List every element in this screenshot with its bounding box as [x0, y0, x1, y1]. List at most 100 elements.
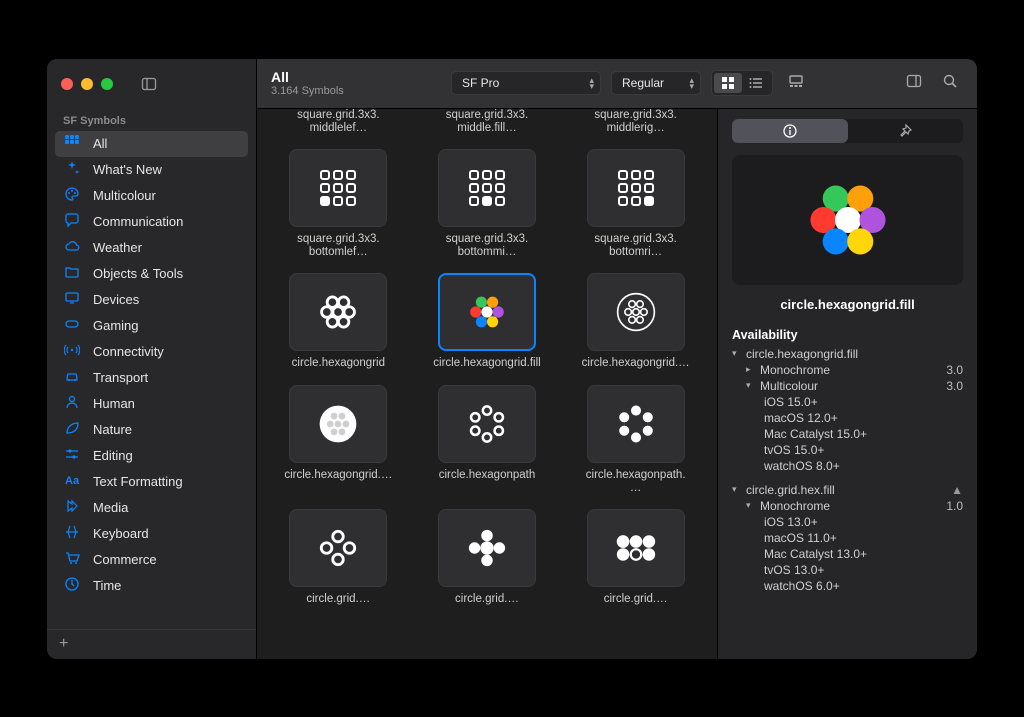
- symbol-caption: circle.hexagongrid.fill: [432, 357, 542, 370]
- sidebar-item-time[interactable]: Time: [47, 573, 256, 599]
- symbol-cell[interactable]: square.grid.3x3.middlelef…: [275, 109, 402, 135]
- inspector-body[interactable]: Availability ▾ circle.hexagongrid.fill ▸…: [718, 322, 977, 659]
- slider-icon: [63, 446, 81, 465]
- chevron-down-icon: ▾: [732, 348, 742, 359]
- sidebar-item-commerce[interactable]: Commerce: [47, 547, 256, 573]
- symbol-caption: circle.hexagonpath: [432, 469, 542, 482]
- sidebar-item-label: Commerce: [93, 552, 157, 567]
- sidebar-item-gaming[interactable]: Gaming: [47, 313, 256, 339]
- sidebar-item-all[interactable]: All: [55, 131, 248, 157]
- availability-item[interactable]: ▸ Monochrome 3.0: [732, 362, 963, 378]
- antenna-icon: [63, 342, 81, 361]
- availability-group[interactable]: ▾ circle.hexagongrid.fill: [732, 346, 963, 362]
- sidebar-item-nature[interactable]: Nature: [47, 417, 256, 443]
- sidebar-item-human[interactable]: Human: [47, 391, 256, 417]
- symbol-thumb: [289, 385, 387, 463]
- symbol-cell[interactable]: circle.hexagongrid.…: [572, 273, 699, 370]
- symbol-grid: square.grid.3x3.middlelef… square.grid.3x…: [275, 109, 699, 607]
- platform-version: Mac Catalyst 13.0+: [732, 546, 963, 562]
- toolbar: All 3.164 Symbols SF Pro ▴▾ Regular ▴▾: [257, 59, 977, 109]
- zoom-button[interactable]: [101, 78, 113, 90]
- chevron-icon: ▸: [746, 364, 756, 375]
- sidebar-item-label: Objects & Tools: [93, 266, 183, 281]
- symbol-thumb: [289, 273, 387, 351]
- list-view-button[interactable]: [742, 73, 770, 93]
- symbol-cell[interactable]: square.grid.3x3.bottomri…: [572, 149, 699, 259]
- sidebar-item-communication[interactable]: Communication: [47, 209, 256, 235]
- availability-group[interactable]: ▾ circle.grid.hex.fill ▲: [732, 482, 963, 498]
- symbol-cell[interactable]: circle.grid.…: [572, 509, 699, 606]
- sidebar-item-keyboard[interactable]: Keyboard: [47, 521, 256, 547]
- cart-icon: [63, 550, 81, 569]
- sidebar-item-editing[interactable]: Editing: [47, 443, 256, 469]
- font-select-value: SF Pro: [462, 76, 499, 90]
- grid-view-button[interactable]: [714, 73, 742, 93]
- sidebar-item-multicolour[interactable]: Multicolour: [47, 183, 256, 209]
- sidebar-item-weather[interactable]: Weather: [47, 235, 256, 261]
- search-button[interactable]: [937, 73, 963, 94]
- availability-item[interactable]: ▾ Multicolour 3.0: [732, 378, 963, 394]
- sidebar-item-devices[interactable]: Devices: [47, 287, 256, 313]
- sidebar-item-label: Weather: [93, 240, 142, 255]
- chevron-icon: ▾: [746, 500, 756, 511]
- content-row: square.grid.3x3.middlelef… square.grid.3x…: [257, 109, 977, 659]
- display-icon: [63, 290, 81, 309]
- sidebar-item-label: Time: [93, 578, 121, 593]
- symbol-caption: circle.grid.…: [432, 593, 542, 606]
- sidebar-item-text-formatting[interactable]: Text Formatting: [47, 469, 256, 495]
- sidebar-item-label: Connectivity: [93, 344, 164, 359]
- symbol-cell[interactable]: circle.hexagongrid.fill: [424, 273, 551, 370]
- symbol-thumb: [438, 149, 536, 227]
- sf-version: 1.0: [946, 499, 963, 513]
- minimize-button[interactable]: [81, 78, 93, 90]
- rendering-mode: Multicolour: [760, 379, 942, 393]
- symbol-caption: square.grid.3x3.bottomlef…: [283, 233, 393, 259]
- pin-tab[interactable]: [848, 119, 964, 143]
- symbol-cell[interactable]: square.grid.3x3.middlerig…: [572, 109, 699, 135]
- weight-select[interactable]: Regular ▴▾: [611, 71, 701, 95]
- symbol-thumb: [289, 149, 387, 227]
- availability-item[interactable]: ▾ Monochrome 1.0: [732, 498, 963, 514]
- palette-icon: [63, 186, 81, 205]
- add-collection-button[interactable]: +: [47, 629, 256, 659]
- symbol-cell[interactable]: circle.hexagonpath: [424, 385, 551, 495]
- gallery-button[interactable]: [783, 73, 809, 94]
- symbol-grid-area[interactable]: square.grid.3x3.middlelef… square.grid.3x…: [257, 109, 717, 659]
- platform-version: tvOS 13.0+: [732, 562, 963, 578]
- symbol-caption: circle.grid.…: [581, 593, 691, 606]
- sidebar-item-transport[interactable]: Transport: [47, 365, 256, 391]
- toggle-sidebar-button[interactable]: [141, 76, 157, 92]
- grid-icon: [63, 134, 81, 153]
- platform-version: iOS 13.0+: [732, 514, 963, 530]
- info-tab[interactable]: [732, 119, 848, 143]
- symbol-name: circle.hexagongrid.fill: [718, 297, 977, 312]
- symbol-cell[interactable]: square.grid.3x3.middle.fill…: [424, 109, 551, 135]
- symbol-caption: square.grid.3x3.middlerig…: [581, 109, 691, 135]
- symbol-cell[interactable]: square.grid.3x3.bottomlef…: [275, 149, 402, 259]
- symbol-cell[interactable]: circle.grid.…: [275, 509, 402, 606]
- font-select[interactable]: SF Pro ▴▾: [451, 71, 601, 95]
- sidebar-section-title: SF Symbols: [47, 109, 256, 131]
- inspector-toggle-button[interactable]: [901, 73, 927, 94]
- symbol-cell[interactable]: circle.grid.…: [424, 509, 551, 606]
- availability-heading: Availability: [732, 328, 963, 342]
- sidebar-item-objects-tools[interactable]: Objects & Tools: [47, 261, 256, 287]
- symbol-cell[interactable]: square.grid.3x3.bottommi…: [424, 149, 551, 259]
- group-title: circle.grid.hex.fill: [746, 483, 947, 497]
- symbol-thumb: [438, 273, 536, 351]
- sidebar-item-connectivity[interactable]: Connectivity: [47, 339, 256, 365]
- symbol-preview: [732, 155, 963, 285]
- symbol-thumb: [438, 509, 536, 587]
- symbol-cell[interactable]: circle.hexagongrid.…: [275, 385, 402, 495]
- sidebar-item-what-s-new[interactable]: What's New: [47, 157, 256, 183]
- person-icon: [63, 394, 81, 413]
- sidebar-item-label: Human: [93, 396, 135, 411]
- symbol-cell[interactable]: circle.hexagonpath.…: [572, 385, 699, 495]
- sf-version: 3.0: [946, 363, 963, 377]
- symbol-caption: square.grid.3x3.bottomri…: [581, 233, 691, 259]
- symbol-cell[interactable]: circle.hexagongrid: [275, 273, 402, 370]
- close-button[interactable]: [61, 78, 73, 90]
- window-controls: [61, 78, 113, 90]
- sidebar-item-media[interactable]: Media: [47, 495, 256, 521]
- symbol-thumb: [587, 273, 685, 351]
